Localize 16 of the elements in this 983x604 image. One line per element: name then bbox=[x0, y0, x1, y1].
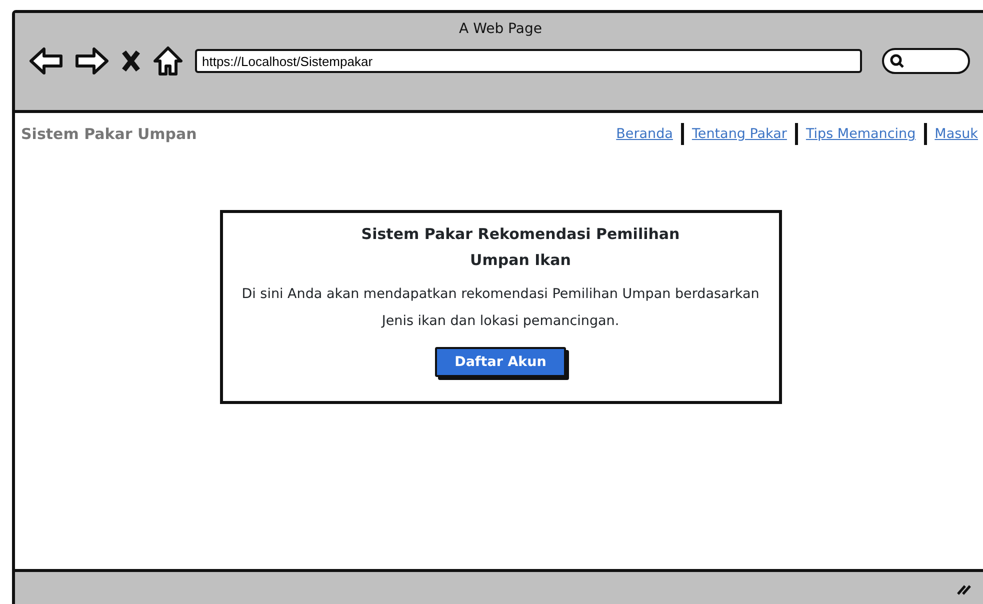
back-icon[interactable] bbox=[29, 46, 63, 76]
address-field[interactable]: https://Localhost/Sistempakar bbox=[195, 49, 862, 73]
hero-title: Sistem Pakar Rekomendasi Pemilihan Umpan Ikan bbox=[360, 224, 681, 271]
nav-link[interactable]: Masuk bbox=[926, 124, 983, 144]
nav-link[interactable]: Tentang Pakar bbox=[684, 124, 795, 144]
search-icon bbox=[890, 54, 904, 68]
window-title: A Web Page bbox=[458, 20, 543, 39]
register-button[interactable]: Daftar Akun bbox=[434, 347, 566, 378]
nav-link[interactable]: Tips Memancing bbox=[798, 124, 924, 144]
hero-text: Di sini Anda akan mendapatkan rekomendasi Pemilihan Umpan berdasarkan Jenis ikan dan lokasi pemancingan. bbox=[240, 285, 760, 331]
nav-link[interactable]: Beranda bbox=[608, 124, 681, 144]
home-icon[interactable] bbox=[153, 46, 183, 76]
close-icon[interactable] bbox=[121, 49, 141, 73]
site-brand: Sistem Pakar Umpan bbox=[21, 124, 197, 145]
search-field[interactable] bbox=[882, 48, 970, 74]
forward-icon[interactable] bbox=[75, 46, 109, 76]
